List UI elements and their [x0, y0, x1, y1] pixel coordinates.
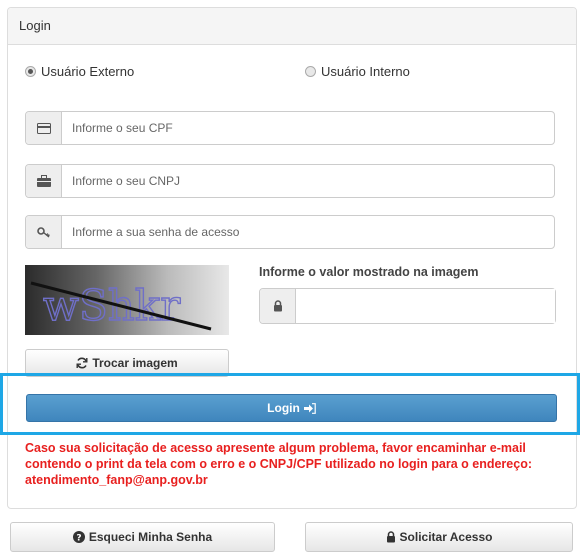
warning-line-2: contendo o print da tela com o erro e o … [25, 457, 532, 471]
warning-message: Caso sua solicitação de acesso apresente… [25, 440, 560, 488]
captcha-label: Informe o valor mostrado na imagem [259, 265, 479, 279]
lock-icon [260, 289, 296, 323]
radio-selected-icon[interactable] [25, 66, 36, 77]
sign-in-icon [303, 402, 316, 414]
question-circle-icon: ? [72, 531, 85, 544]
credit-card-icon [26, 112, 62, 144]
warning-line-1: Caso sua solicitação de acesso apresente… [25, 441, 526, 455]
svg-text:?: ? [76, 534, 81, 544]
panel-title: Login [8, 8, 576, 45]
password-group [25, 215, 555, 249]
captcha-input[interactable] [296, 289, 555, 323]
key-icon [26, 216, 62, 248]
radio-unselected-icon[interactable] [305, 66, 316, 77]
briefcase-icon [26, 165, 62, 197]
refresh-captcha-label: Trocar imagem [92, 356, 178, 370]
radio-usuario-externo[interactable]: Usuário Externo [25, 64, 134, 79]
request-access-label: Solicitar Acesso [399, 530, 493, 544]
login-button[interactable]: Login [26, 394, 557, 422]
cpf-input[interactable] [62, 112, 554, 144]
forgot-password-label: Esqueci Minha Senha [88, 530, 213, 544]
lock-icon [386, 531, 396, 543]
password-input[interactable] [62, 216, 554, 248]
refresh-icon [76, 357, 88, 369]
login-button-label: Login [267, 401, 300, 415]
captcha-text: wShkr [43, 281, 181, 330]
radio-external-label: Usuário Externo [41, 64, 135, 79]
cpf-group [25, 111, 555, 145]
cnpj-group [25, 164, 555, 198]
warning-line-3: atendimento_fanp@anp.gov.br [25, 473, 208, 487]
captcha-image: wShkr [25, 265, 229, 335]
cnpj-input[interactable] [62, 165, 554, 197]
radio-internal-label: Usuário Interno [321, 64, 410, 79]
captcha-group [259, 288, 556, 324]
radio-usuario-interno[interactable]: Usuário Interno [305, 64, 410, 79]
